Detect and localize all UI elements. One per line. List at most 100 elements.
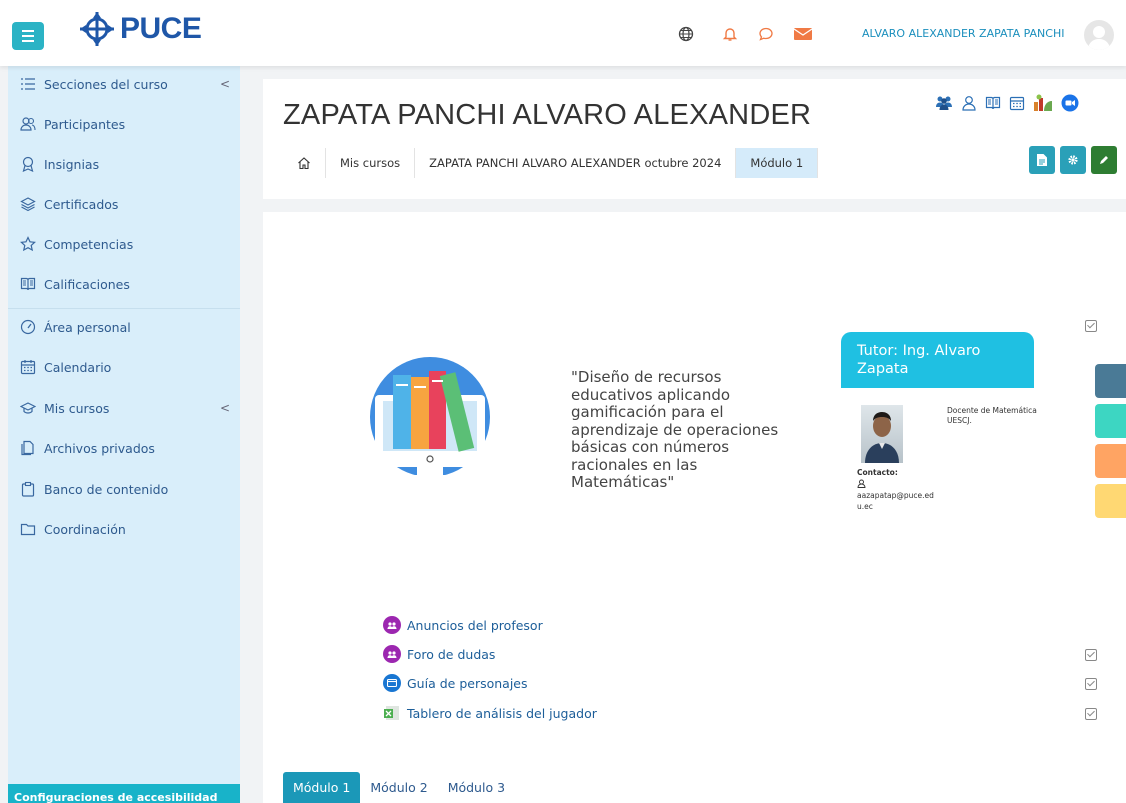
sidebar-item-label: Insignias xyxy=(44,156,100,172)
activity-label[interactable]: Foro de dudas xyxy=(407,647,495,662)
sidebar-item-participantes[interactable]: Participantes xyxy=(20,109,230,139)
chart-icon[interactable] xyxy=(1033,94,1053,112)
bell-icon[interactable] xyxy=(722,26,738,42)
sidebar-item-calendario[interactable]: Calendario xyxy=(20,352,230,382)
book-icon xyxy=(20,277,36,291)
activity-anuncios[interactable]: Anuncios del profesor xyxy=(383,616,543,634)
activity-label[interactable]: Tablero de análisis del jugador xyxy=(407,706,597,721)
sidebar-item-coordinacion[interactable]: Coordinación xyxy=(20,514,230,544)
graduation-icon xyxy=(20,402,36,414)
sidebar-item-competencias[interactable]: Competencias xyxy=(20,229,230,259)
sidebar-item-certificados[interactable]: Certificados xyxy=(20,189,230,219)
tutor-photo xyxy=(861,405,903,463)
sidebar-item-insignias[interactable]: Insignias xyxy=(20,149,230,179)
activity-label[interactable]: Anuncios del profesor xyxy=(407,618,543,633)
collapse-arrow-icon[interactable]: < xyxy=(220,77,230,91)
breadcrumb-mis-cursos[interactable]: Mis cursos xyxy=(326,148,416,178)
tab-modulo-2[interactable]: Módulo 2 xyxy=(360,772,437,803)
activity-foro-dudas[interactable]: Foro de dudas xyxy=(383,645,495,663)
completion-checkbox[interactable] xyxy=(1085,649,1097,661)
page-icon xyxy=(383,674,401,692)
user-icon[interactable] xyxy=(961,95,977,111)
activity-tablero[interactable]: Tablero de análisis del jugador xyxy=(383,704,597,722)
collapse-arrow-icon[interactable]: < xyxy=(220,401,230,415)
contact-user-icon xyxy=(857,479,866,488)
contact-label: Contacto: xyxy=(857,468,898,477)
menu-toggle-button[interactable] xyxy=(12,22,44,50)
globe-icon[interactable] xyxy=(678,26,694,42)
accessibility-label: Configuraciones de accesibilidad xyxy=(14,791,218,803)
settings-button[interactable] xyxy=(1060,146,1086,174)
course-icon-bar xyxy=(935,94,1079,112)
course-description: "Diseño de recursos educativos aplicando… xyxy=(571,368,779,491)
tab-modulo-1[interactable]: Módulo 1 xyxy=(283,772,361,803)
side-tab[interactable] xyxy=(1095,364,1126,398)
breadcrumb-modulo-1[interactable]: Módulo 1 xyxy=(736,148,819,178)
sidebar-item-label: Calificaciones xyxy=(44,276,130,292)
books-monitor-illustration xyxy=(370,357,490,481)
contact-email[interactable]: aazapatap@puce.edu.ec xyxy=(857,491,939,512)
side-tab[interactable] xyxy=(1095,444,1126,478)
chat-icon[interactable] xyxy=(758,26,774,42)
sidebar-item-label: Área personal xyxy=(44,319,131,335)
sidebar-item-secciones[interactable]: Secciones del curso < xyxy=(20,69,230,99)
sidebar-item-label: Calendario xyxy=(44,359,112,375)
layers-icon xyxy=(20,197,36,212)
page-title: ZAPATA PANCHI ALVARO ALEXANDER xyxy=(283,99,812,131)
sidebar-item-mis-cursos[interactable]: Mis cursos < xyxy=(20,393,230,423)
course-content: "Diseño de recursos educativos aplicando… xyxy=(263,212,1126,803)
header-action-buttons xyxy=(1029,146,1117,174)
breadcrumb-course[interactable]: ZAPATA PANCHI ALVARO ALEXANDER octubre 2… xyxy=(415,148,737,178)
edit-mode-button[interactable] xyxy=(1091,146,1117,174)
activity-guia-personajes[interactable]: Guía de personajes xyxy=(383,674,528,692)
calendar-icon xyxy=(20,360,36,375)
calendar-icon[interactable] xyxy=(1009,95,1025,111)
users-icon xyxy=(20,117,36,131)
sidebar-item-label: Banco de contenido xyxy=(44,481,169,497)
sidebar-item-calificaciones[interactable]: Calificaciones xyxy=(20,269,230,299)
side-tab[interactable] xyxy=(1095,404,1126,438)
mail-icon[interactable] xyxy=(794,27,812,41)
badge-icon xyxy=(22,156,34,172)
user-name[interactable]: ALVARO ALEXANDER ZAPATA PANCHI xyxy=(862,27,1064,40)
breadcrumb-home[interactable] xyxy=(283,148,326,178)
completion-checkbox[interactable] xyxy=(1085,678,1097,690)
logo-emblem-icon xyxy=(80,12,114,46)
pencil-icon xyxy=(1100,156,1108,164)
completion-checkbox[interactable] xyxy=(1085,708,1097,720)
home-icon xyxy=(298,157,310,170)
video-icon[interactable] xyxy=(1061,94,1079,112)
puce-logo[interactable]: PUCE xyxy=(78,10,202,48)
list-icon xyxy=(21,78,35,90)
sidebar-item-archivos[interactable]: Archivos privados xyxy=(20,433,230,463)
document-icon xyxy=(1037,154,1047,166)
tutor-role: Docente de Matemática UESCJ. xyxy=(947,406,1037,425)
tutor-portrait-icon xyxy=(865,412,899,463)
sidebar: Secciones del curso < Participantes Insi… xyxy=(8,66,240,803)
tab-modulo-3[interactable]: Módulo 3 xyxy=(438,772,515,803)
activity-label[interactable]: Guía de personajes xyxy=(407,676,528,691)
forum-icon xyxy=(383,645,401,663)
files-icon xyxy=(21,440,34,456)
book-icon[interactable] xyxy=(985,95,1001,111)
sidebar-item-label: Archivos privados xyxy=(44,440,155,456)
sidebar-item-banco[interactable]: Banco de contenido xyxy=(20,474,230,504)
sidebar-item-label: Competencias xyxy=(44,236,134,252)
side-tab[interactable] xyxy=(1095,484,1126,518)
document-button[interactable] xyxy=(1029,146,1055,174)
completion-checkbox[interactable] xyxy=(1085,320,1097,332)
sidebar-item-label: Certificados xyxy=(44,196,119,212)
sidebar-item-area-personal[interactable]: Área personal xyxy=(20,312,230,342)
tutor-contact: Contacto: aazapatap@puce.edu.ec xyxy=(857,468,947,512)
accessibility-settings-button[interactable]: Configuraciones de accesibilidad xyxy=(8,784,240,803)
clipboard-icon xyxy=(21,481,35,497)
breadcrumb: Mis cursos ZAPATA PANCHI ALVARO ALEXANDE… xyxy=(283,148,819,178)
spreadsheet-icon xyxy=(383,704,401,722)
tutor-card-header: Tutor: Ing. Alvaro Zapata xyxy=(841,332,1034,388)
tutor-title: Tutor: Ing. Alvaro Zapata xyxy=(857,343,981,377)
group-icon[interactable] xyxy=(935,95,953,111)
page-header: ZAPATA PANCHI ALVARO ALEXANDER Mis curso… xyxy=(263,79,1126,199)
sidebar-divider xyxy=(8,308,240,309)
sidebar-item-label: Mis cursos xyxy=(44,400,110,416)
user-avatar[interactable] xyxy=(1084,20,1114,50)
